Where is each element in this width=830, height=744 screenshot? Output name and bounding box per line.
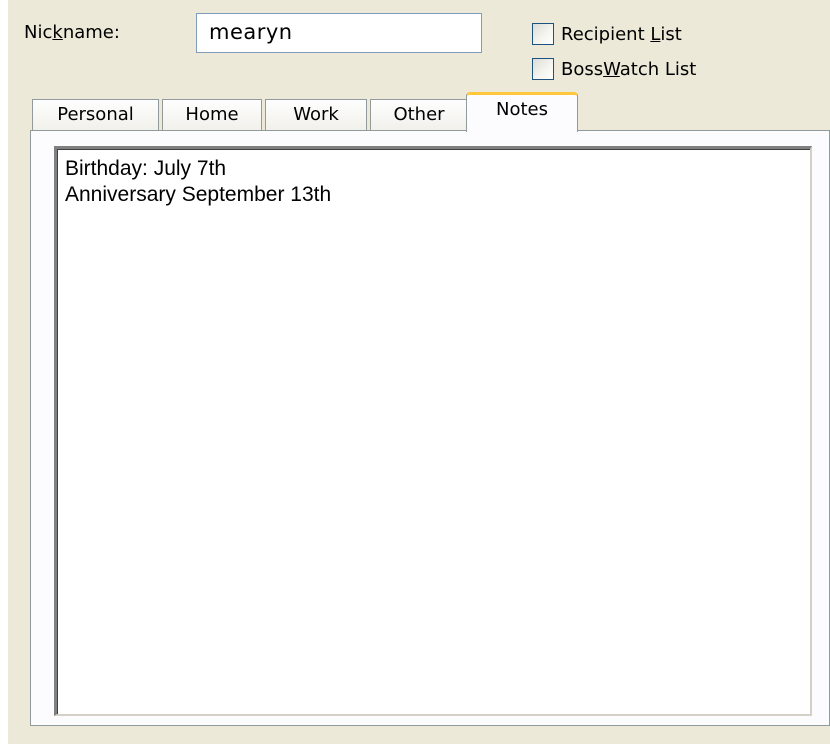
bosswatch-list-label: BossWatch List	[561, 58, 697, 80]
bosswatch-list-checkbox[interactable]	[532, 58, 554, 80]
tab-personal[interactable]: Personal	[32, 99, 159, 131]
recipient-list-checkbox[interactable]	[532, 23, 554, 45]
tab-home[interactable]: Home	[162, 99, 262, 131]
bosswatch-list-option[interactable]: BossWatch List	[532, 57, 696, 81]
recipient-list-label: Recipient List	[561, 23, 682, 45]
tab-work[interactable]: Work	[265, 99, 367, 131]
nickname-access-key: k	[52, 22, 63, 43]
recipient-list-option[interactable]: Recipient List	[532, 22, 682, 46]
notes-line: Birthday: July 7th	[65, 157, 227, 180]
notes-textarea[interactable]: Birthday: July 7th Anniversary September…	[54, 146, 812, 716]
tab-other[interactable]: Other	[370, 99, 468, 131]
contact-properties-dialog: Nickname: mearyn Recipient List BossWatc…	[8, 0, 830, 744]
nickname-label: Nickname:	[24, 22, 120, 43]
tab-notes[interactable]: Notes	[466, 92, 578, 132]
nickname-input[interactable]: mearyn	[196, 13, 482, 53]
notes-line: Anniversary September 13th	[65, 183, 332, 206]
